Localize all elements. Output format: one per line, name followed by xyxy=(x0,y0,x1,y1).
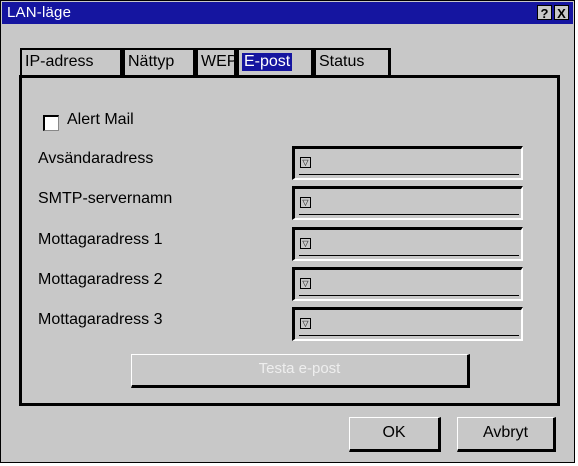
sender-address-field[interactable]: ▽ xyxy=(292,146,523,180)
tab-nattyp[interactable]: Nättyp xyxy=(123,48,196,76)
smtp-server-label: SMTP-servernamn xyxy=(38,190,173,207)
recipient-1-field[interactable]: ▽ xyxy=(292,227,523,261)
recipient-2-field[interactable]: ▽ xyxy=(292,267,523,301)
recipient-3-label: Mottagaradress 3 xyxy=(38,311,163,328)
alert-mail-label: Alert Mail xyxy=(67,111,134,128)
window-title: LAN-läge xyxy=(7,4,72,21)
tab-e-post[interactable]: E-post xyxy=(237,48,314,76)
tab-status[interactable]: Status xyxy=(314,48,391,76)
sender-address-label: Avsändaradress xyxy=(38,150,154,167)
cancel-button[interactable]: Avbryt xyxy=(457,417,556,452)
dropdown-arrow-icon[interactable]: ▽ xyxy=(300,197,311,208)
tab-ip-adress[interactable]: IP-adress xyxy=(20,48,123,76)
dropdown-arrow-icon[interactable]: ▽ xyxy=(300,278,311,289)
smtp-server-field[interactable]: ▽ xyxy=(292,186,523,220)
close-button[interactable]: X xyxy=(554,5,569,21)
recipient-1-label: Mottagaradress 1 xyxy=(38,231,163,248)
dropdown-arrow-icon[interactable]: ▽ xyxy=(300,318,311,329)
tab-wep[interactable]: WEP xyxy=(196,48,237,76)
lan-mode-window: LAN-läge ? X IP-adress Nättyp WEP E-post… xyxy=(0,0,575,463)
dropdown-arrow-icon[interactable]: ▽ xyxy=(300,157,311,168)
dropdown-arrow-icon[interactable]: ▽ xyxy=(300,238,311,249)
e-post-panel: Alert Mail Avsändaradress ▽ SMTP-servern… xyxy=(19,75,560,406)
title-bar: LAN-läge ? X xyxy=(2,2,573,24)
ok-button[interactable]: OK xyxy=(349,417,441,452)
help-button[interactable]: ? xyxy=(537,5,552,21)
test-email-button[interactable]: Testa e-post xyxy=(131,354,470,388)
recipient-3-field[interactable]: ▽ xyxy=(292,307,523,341)
recipient-2-label: Mottagaradress 2 xyxy=(38,271,163,288)
alert-mail-checkbox[interactable] xyxy=(43,115,59,131)
